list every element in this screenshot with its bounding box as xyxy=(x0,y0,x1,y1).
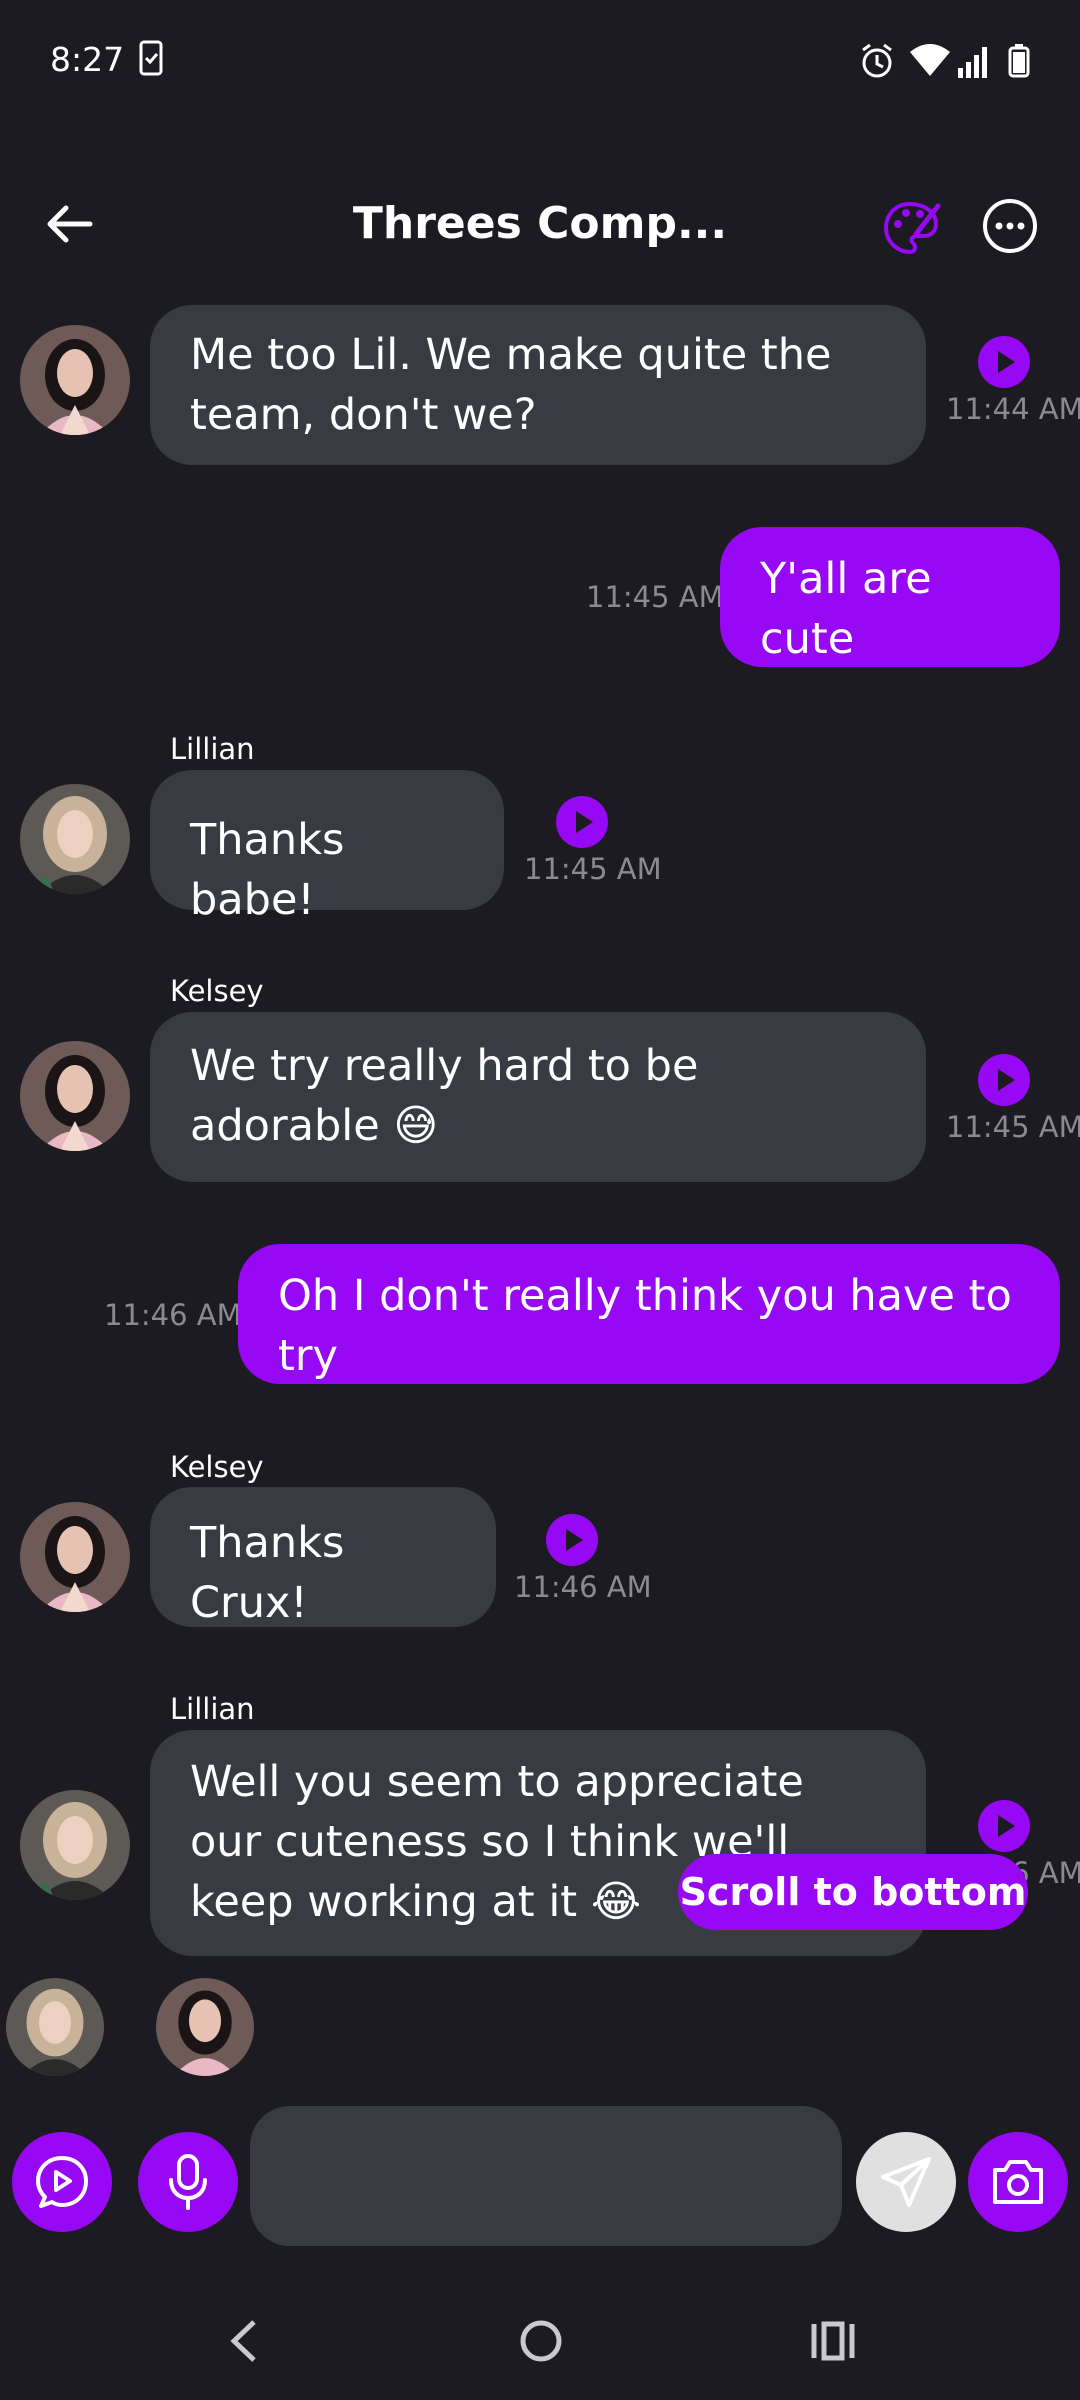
nav-recents-button[interactable] xyxy=(810,2320,856,2362)
play-audio-button[interactable] xyxy=(978,336,1030,388)
camera-icon xyxy=(993,2160,1043,2204)
voice-chat-button[interactable] xyxy=(12,2132,112,2232)
send-icon xyxy=(881,2157,931,2207)
avatar-lillian[interactable] xyxy=(20,784,130,894)
status-time: 8:27 xyxy=(50,40,125,79)
avatar-kelsey[interactable] xyxy=(20,1502,130,1612)
play-icon xyxy=(998,1815,1015,1837)
avatar-lillian[interactable] xyxy=(20,1790,130,1900)
scroll-to-bottom-button[interactable]: Scroll to bottom xyxy=(678,1854,1028,1930)
message-time: 11:46 AM xyxy=(514,1570,652,1604)
theme-palette-button[interactable] xyxy=(880,198,944,258)
alarm-icon xyxy=(858,42,896,84)
message-input[interactable] xyxy=(250,2106,842,2246)
message-time: 11:45 AM xyxy=(586,580,724,614)
typing-avatar-lillian xyxy=(6,1978,104,2076)
message-bubble[interactable]: We try really hard to be adorable 😅 xyxy=(150,1012,926,1182)
typing-avatar-kelsey xyxy=(156,1978,254,2076)
sender-name: Kelsey xyxy=(170,1450,264,1484)
play-icon xyxy=(576,811,593,833)
sender-name: Lillian xyxy=(170,1692,255,1726)
message-text: Thanks babe! xyxy=(190,815,345,925)
avatar-kelsey[interactable] xyxy=(20,325,130,435)
play-audio-button[interactable] xyxy=(978,1054,1030,1106)
play-icon xyxy=(998,1069,1015,1091)
message-bubble[interactable]: Thanks Crux! xyxy=(150,1487,496,1628)
microphone-button[interactable] xyxy=(138,2132,238,2232)
message-text: Oh I don't really think you have to try xyxy=(278,1271,1012,1381)
nav-back-icon xyxy=(230,2320,256,2362)
message-text: Me too Lil. We make quite the team, don'… xyxy=(190,330,832,440)
message-text: Y'all are cute xyxy=(760,554,932,664)
message-time: 11:46 AM xyxy=(104,1298,242,1332)
message-text: We try really hard to be adorable 😅 xyxy=(190,1041,699,1151)
sender-name: Lillian xyxy=(170,732,255,766)
message-bubble-outgoing[interactable]: Y'all are cute xyxy=(720,527,1060,667)
nav-back-button[interactable] xyxy=(226,2318,262,2364)
camera-button[interactable] xyxy=(968,2132,1068,2232)
wifi-icon xyxy=(910,44,950,82)
nav-home-button[interactable] xyxy=(518,2318,564,2364)
play-audio-button[interactable] xyxy=(978,1800,1030,1852)
avatar-kelsey[interactable] xyxy=(20,1041,130,1151)
nav-home-icon xyxy=(520,2320,562,2362)
nav-recents-icon xyxy=(811,2321,855,2361)
palette-icon xyxy=(883,201,941,255)
play-icon xyxy=(566,1529,583,1551)
microphone-icon xyxy=(169,2154,207,2210)
play-audio-button[interactable] xyxy=(556,796,608,848)
message-bubble[interactable]: Thanks babe! xyxy=(150,770,504,925)
message-bubble-outgoing[interactable]: Oh I don't really think you have to try xyxy=(238,1244,1060,1384)
message-time: 11:44 AM xyxy=(946,392,1080,426)
play-audio-button[interactable] xyxy=(546,1514,598,1566)
message-bubble[interactable]: Me too Lil. We make quite the team, don'… xyxy=(150,305,926,465)
task-checklist-icon xyxy=(138,40,164,80)
send-button[interactable] xyxy=(856,2132,956,2232)
play-icon xyxy=(998,351,1015,373)
message-time: 11:45 AM xyxy=(524,852,662,886)
chat-play-icon xyxy=(36,2156,88,2208)
more-horizontal-icon xyxy=(983,199,1037,253)
sender-name: Kelsey xyxy=(170,974,264,1008)
message-time: 11:45 AM xyxy=(946,1110,1080,1144)
message-text: Thanks Crux! xyxy=(190,1518,345,1628)
battery-icon xyxy=(1008,44,1030,82)
more-options-button[interactable] xyxy=(982,198,1038,254)
signal-icon xyxy=(956,44,992,82)
